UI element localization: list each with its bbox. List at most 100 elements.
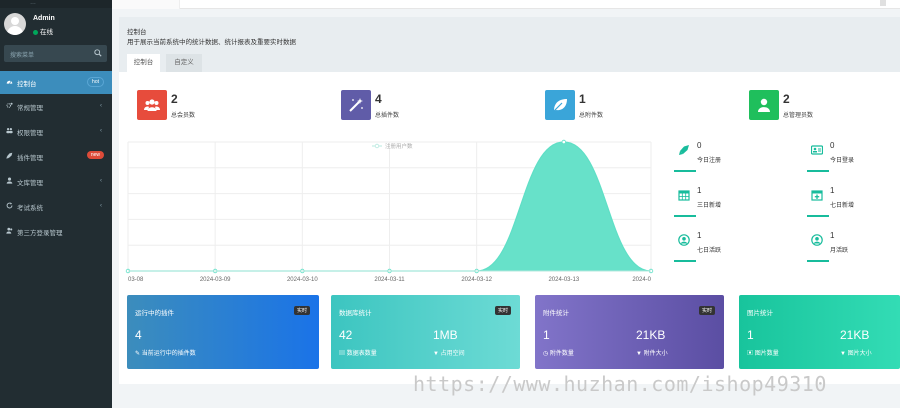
sidebar-item-label: 常规管理 <box>17 105 43 112</box>
card-value-secondary: 21KB <box>636 328 666 342</box>
sidebar-item-library[interactable]: 文库管理 ‹ <box>0 169 112 194</box>
mini-stat-underline <box>674 170 696 172</box>
x-tick-label: 2024-03-12 <box>461 277 492 283</box>
card-label: ✎ 当前运行中的插件数 <box>135 348 196 357</box>
sidebar-item-label: 文库管理 <box>17 180 43 187</box>
card-running-addons[interactable]: 运行中的插件 实时 4 ✎ 当前运行中的插件数 <box>127 295 319 369</box>
leaf-icon <box>553 99 567 112</box>
chevron-left-icon: ‹ <box>100 128 102 134</box>
search-input[interactable]: 搜索菜单 <box>10 50 34 59</box>
x-tick-label: 2024-03-09 <box>200 277 231 283</box>
x-tick-label: 2024-03-13 <box>548 277 579 283</box>
stat-label: 总插件数 <box>375 113 400 119</box>
dashboard-icon <box>6 80 13 84</box>
realtime-badge: 实时 <box>698 306 715 315</box>
sidebar-item-label: 权限管理 <box>17 130 43 137</box>
card-label-text: 占用空间 <box>440 351 465 357</box>
card-title: 运行中的插件 <box>135 310 174 317</box>
card-label-text: 图片大小 <box>847 351 872 357</box>
user-circle-icon <box>811 234 823 246</box>
registration-chart: 03-08 2024-03-09 2024-03-10 2024-03-11 2024-… <box>125 139 654 283</box>
sidebar: … Admin 在线 搜索菜单 控制台 hot 常规管理 ‹ 权限管理 ‹ 插件… <box>0 0 112 408</box>
group-icon <box>6 127 13 134</box>
mini-stat-label: 七日活跃 <box>697 248 722 254</box>
stat-label: 总管理员数 <box>783 113 814 119</box>
sidebar-item-general[interactable]: 常规管理 ‹ <box>0 94 112 119</box>
card-value: 1 <box>747 328 754 342</box>
mini-stat-label: 七日新增 <box>830 203 855 209</box>
stat-attachments: 1 总附件数 <box>545 90 665 120</box>
mini-stat-label: 三日新增 <box>697 203 722 209</box>
chevron-left-icon: ‹ <box>100 203 102 209</box>
mini-stat-value: 1 <box>830 231 835 240</box>
sidebar-item-third-login[interactable]: 第三方登录管理 <box>0 219 112 244</box>
tab-dashboard[interactable]: 控制台 <box>127 54 160 72</box>
realtime-badge: 实时 <box>293 306 310 315</box>
watermark: https://www.huzhan.com/ishop49310 <box>413 372 827 396</box>
mini-stat-underline <box>807 215 829 217</box>
stat-icon-box <box>749 90 779 120</box>
sidebar-top-strip: … <box>0 0 112 8</box>
users-icon <box>144 99 160 111</box>
scroll-arrow-icon[interactable] <box>880 0 886 6</box>
card-label-text: 数据表数量 <box>346 351 377 357</box>
rocket-icon <box>679 145 689 155</box>
card-value: 1 <box>543 328 550 342</box>
card-database[interactable]: 数据库统计 实时 42 1MB ▤ 数据表数量 ▼ 占用空间 <box>331 295 520 369</box>
user-circle-icon <box>678 234 690 246</box>
sidebar-search[interactable]: 搜索菜单 <box>4 45 107 62</box>
vcard-icon <box>811 145 823 155</box>
refresh-icon <box>6 202 13 209</box>
sidebar-item-exam[interactable]: 考试系统 ‹ <box>0 194 112 219</box>
sidebar-item-dashboard[interactable]: 控制台 hot <box>0 71 112 94</box>
panel-heading: 控制台 用于展示当前系统中的统计数据、统计报表及重要实时数据 控制台 自定义 <box>119 17 900 72</box>
database-icon: ▤ <box>339 351 346 357</box>
chevron-left-icon: ‹ <box>100 103 102 109</box>
card-value-secondary: 21KB <box>840 328 870 342</box>
nav-tab[interactable] <box>112 0 180 9</box>
mini-stat-today-login: 0 今日登录 <box>805 140 857 176</box>
calendar-plus-icon <box>811 190 823 201</box>
card-label-secondary: ▼ 附件大小 <box>636 348 668 357</box>
stat-label: 总会员数 <box>171 113 196 119</box>
stat-addons: 4 总插件数 <box>341 90 461 120</box>
user-icon <box>6 177 13 184</box>
sidebar-item-label: 插件管理 <box>17 155 43 162</box>
card-label-text: 当前运行中的插件数 <box>141 351 196 357</box>
stat-label: 总附件数 <box>579 113 604 119</box>
card-images[interactable]: 图片统计 1 21KB ▣ 图片数量 ▼ 图片大小 <box>739 295 900 369</box>
calendar-icon <box>678 190 690 201</box>
sidebar-item-label: 控制台 <box>17 81 37 88</box>
stat-value: 4 <box>375 92 382 106</box>
mini-stat-value: 1 <box>697 231 702 240</box>
card-label-text: 附件大小 <box>643 351 668 357</box>
search-icon[interactable] <box>94 49 102 57</box>
sidebar-item-addon[interactable]: 插件管理 new <box>0 144 112 169</box>
avatar[interactable] <box>4 13 26 35</box>
mini-stat-seven-day-new: 1 七日新增 <box>805 185 857 221</box>
legend-label: 注册用户数 <box>385 142 413 150</box>
online-dot-icon <box>33 29 38 35</box>
mini-stat-monthly-active: 1 月活跃 <box>805 230 857 266</box>
mini-stat-underline <box>807 260 829 262</box>
card-attachments[interactable]: 附件统计 实时 1 21KB ◷ 附件数量 ▼ 附件大小 <box>535 295 724 369</box>
mini-stat-value: 0 <box>697 141 702 150</box>
chevron-left-icon: ‹ <box>100 178 102 184</box>
stat-value: 2 <box>171 92 178 106</box>
card-label-secondary: ▼ 图片大小 <box>840 348 872 357</box>
sidebar-item-permission[interactable]: 权限管理 ‹ <box>0 119 112 144</box>
user-name: Admin <box>33 15 55 22</box>
mini-stat-value: 1 <box>830 186 835 195</box>
mini-stat-seven-day-active: 1 七日活跃 <box>672 230 724 266</box>
page-description: 用于展示当前系统中的统计数据、统计报表及重要实时数据 <box>127 39 296 46</box>
x-tick-label: 2024-03-11 <box>374 277 405 283</box>
mini-stat-today-register: 0 今日注册 <box>672 140 724 176</box>
stat-icon-box <box>341 90 371 120</box>
rocket-icon <box>6 152 13 159</box>
card-label: ▤ 数据表数量 <box>339 348 377 357</box>
filter-icon: ▼ <box>636 351 642 357</box>
users-icon <box>6 227 13 234</box>
stat-icon-box <box>545 90 575 120</box>
tab-custom[interactable]: 自定义 <box>166 54 202 72</box>
sidebar-item-label: 考试系统 <box>17 205 43 212</box>
